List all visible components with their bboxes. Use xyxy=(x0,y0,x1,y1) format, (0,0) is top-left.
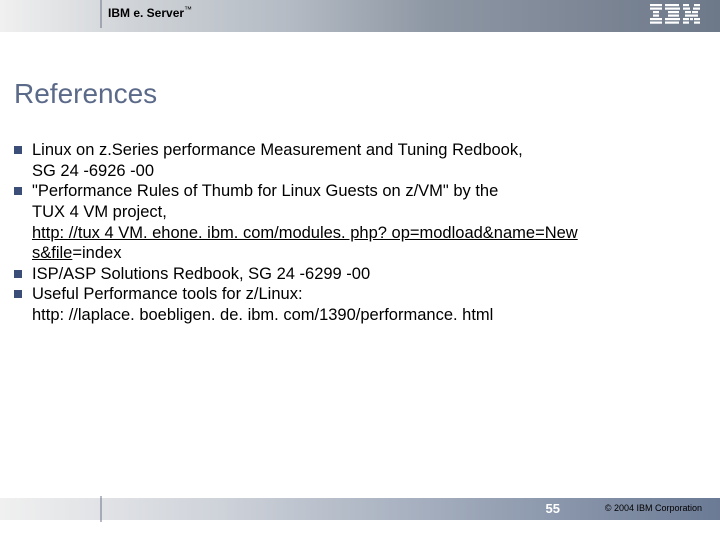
page-title: References xyxy=(14,78,706,110)
reference-link[interactable]: http: //tux 4 VM. ehone. ibm. com/module… xyxy=(32,224,578,242)
bullet-icon xyxy=(14,270,22,278)
bullet-text: Useful Performance tools for z/Linux: xyxy=(32,285,303,303)
list-item: Linux on z.Series performance Measuremen… xyxy=(14,140,706,181)
tm-symbol: ™ xyxy=(184,5,192,14)
bullet-text: Linux on z.Series performance Measuremen… xyxy=(32,141,523,159)
bullet-text: "Performance Rules of Thumb for Linux Gu… xyxy=(32,182,498,200)
list-item: ISP/ASP Solutions Redbook, SG 24 -6299 -… xyxy=(14,264,706,285)
list-item: Useful Performance tools for z/Linux: ht… xyxy=(14,284,706,325)
footer-band: 55 © 2004 IBM Corporation xyxy=(0,498,720,520)
bullet-icon xyxy=(14,146,22,154)
copyright-text: © 2004 IBM Corporation xyxy=(605,503,702,513)
bullet-icon xyxy=(14,187,22,195)
page-number: 55 xyxy=(546,501,560,516)
header-divider xyxy=(100,0,102,28)
slide-content: References Linux on z.Series performance… xyxy=(0,32,720,326)
bullet-icon xyxy=(14,290,22,298)
header-brand: IBM e. Server™ xyxy=(108,5,192,20)
bullet-text: ISP/ASP Solutions Redbook, SG 24 -6299 -… xyxy=(32,265,370,283)
list-item: "Performance Rules of Thumb for Linux Gu… xyxy=(14,181,706,264)
brand-text: IBM e. Server xyxy=(108,6,184,20)
footer-divider xyxy=(100,496,102,522)
reference-link[interactable]: s&file xyxy=(32,244,72,262)
ibm-logo-icon xyxy=(650,4,700,29)
bullet-text: =index xyxy=(72,244,121,262)
bullet-text: SG 24 -6926 -00 xyxy=(32,162,154,180)
bullet-text: http: //laplace. boebligen. de. ibm. com… xyxy=(32,306,493,324)
bullet-list: Linux on z.Series performance Measuremen… xyxy=(14,140,706,326)
header-band: IBM e. Server™ xyxy=(0,0,720,32)
bullet-text: TUX 4 VM project, xyxy=(32,203,167,221)
